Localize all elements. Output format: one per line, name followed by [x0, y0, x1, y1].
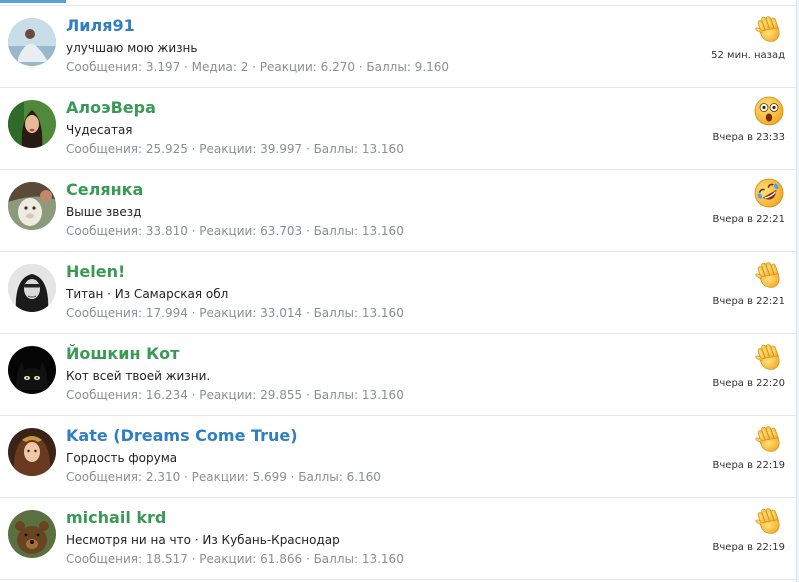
member-title: Несмотря ни на что · Из Кубань-Краснодар: [66, 533, 340, 547]
avatar[interactable]: [8, 100, 56, 148]
avatar[interactable]: [8, 510, 56, 558]
active-tab-indicator: [0, 0, 66, 3]
member-title: Гордость форума: [66, 451, 178, 465]
avatar[interactable]: [8, 264, 56, 312]
member-name-link[interactable]: Лиля91: [66, 16, 135, 35]
member-stats: Сообщения: 17.994 · Реакции: 33.014 · Ба…: [66, 306, 404, 320]
member-stats: Сообщения: 33.810 · Реакции: 63.703 · Ба…: [66, 224, 404, 238]
member-row: Kate (Dreams Come True) Гордость форума …: [0, 416, 796, 498]
wave-hand-icon[interactable]: [754, 14, 784, 44]
wave-hand-icon[interactable]: [754, 342, 784, 372]
member-stats: Сообщения: 18.517 · Реакции: 61.866 · Ба…: [66, 552, 404, 566]
member-name-link[interactable]: Kate (Dreams Come True): [66, 426, 298, 445]
avatar[interactable]: [8, 182, 56, 230]
activity-time: Вчера в 22:19: [712, 542, 785, 553]
member-row: michail krd Несмотря ни на что · Из Куба…: [0, 498, 796, 580]
member-title: Титан · Из Самарская обл: [66, 287, 229, 301]
wave-hand-icon[interactable]: [754, 260, 784, 290]
member-title: Чудесатая: [66, 123, 133, 137]
activity-time: 52 мин. назад: [711, 50, 785, 61]
member-list-panel: Лиля91 улучшаю мою жизнь Сообщения: 3.19…: [0, 0, 797, 582]
member-row: Йошкин Кот Кот всей твоей жизни. Сообщен…: [0, 334, 796, 416]
rolling-laughing-face-icon[interactable]: [754, 178, 784, 208]
member-title: Кот всей твоей жизни.: [66, 369, 211, 383]
member-stats: Сообщения: 25.925 · Реакции: 39.997 · Ба…: [66, 142, 404, 156]
member-name-link[interactable]: Helen!: [66, 262, 125, 281]
astonished-face-icon[interactable]: [754, 96, 784, 126]
avatar[interactable]: [8, 18, 56, 66]
member-name-link[interactable]: Йошкин Кот: [66, 344, 179, 363]
wave-hand-icon[interactable]: [754, 506, 784, 536]
wave-hand-icon[interactable]: [754, 424, 784, 454]
activity-time: Вчера в 22:21: [712, 214, 785, 225]
member-name-link[interactable]: Селянка: [66, 180, 143, 199]
member-row: Селянка Выше звезд Сообщения: 33.810 · Р…: [0, 170, 796, 252]
activity-time: Вчера в 23:33: [712, 132, 785, 143]
member-title: улучшаю мою жизнь: [66, 41, 198, 55]
member-row: Helen! Титан · Из Самарская обл Сообщени…: [0, 252, 796, 334]
member-title: Выше звезд: [66, 205, 142, 219]
activity-time: Вчера в 22:21: [712, 296, 785, 307]
member-stats: Сообщения: 2.310 · Реакции: 5.699 · Балл…: [66, 470, 381, 484]
avatar[interactable]: [8, 346, 56, 394]
member-row: Лиля91 улучшаю мою жизнь Сообщения: 3.19…: [0, 6, 796, 88]
member-row: АлоэВера Чудесатая Сообщения: 25.925 · Р…: [0, 88, 796, 170]
member-name-link[interactable]: АлоэВера: [66, 98, 156, 117]
activity-time: Вчера в 22:20: [712, 378, 785, 389]
avatar[interactable]: [8, 428, 56, 476]
member-stats: Сообщения: 16.234 · Реакции: 29.855 · Ба…: [66, 388, 404, 402]
member-name-link[interactable]: michail krd: [66, 508, 166, 527]
activity-time: Вчера в 22:19: [712, 460, 785, 471]
member-stats: Сообщения: 3.197 · Медиа: 2 · Реакции: 6…: [66, 60, 450, 74]
